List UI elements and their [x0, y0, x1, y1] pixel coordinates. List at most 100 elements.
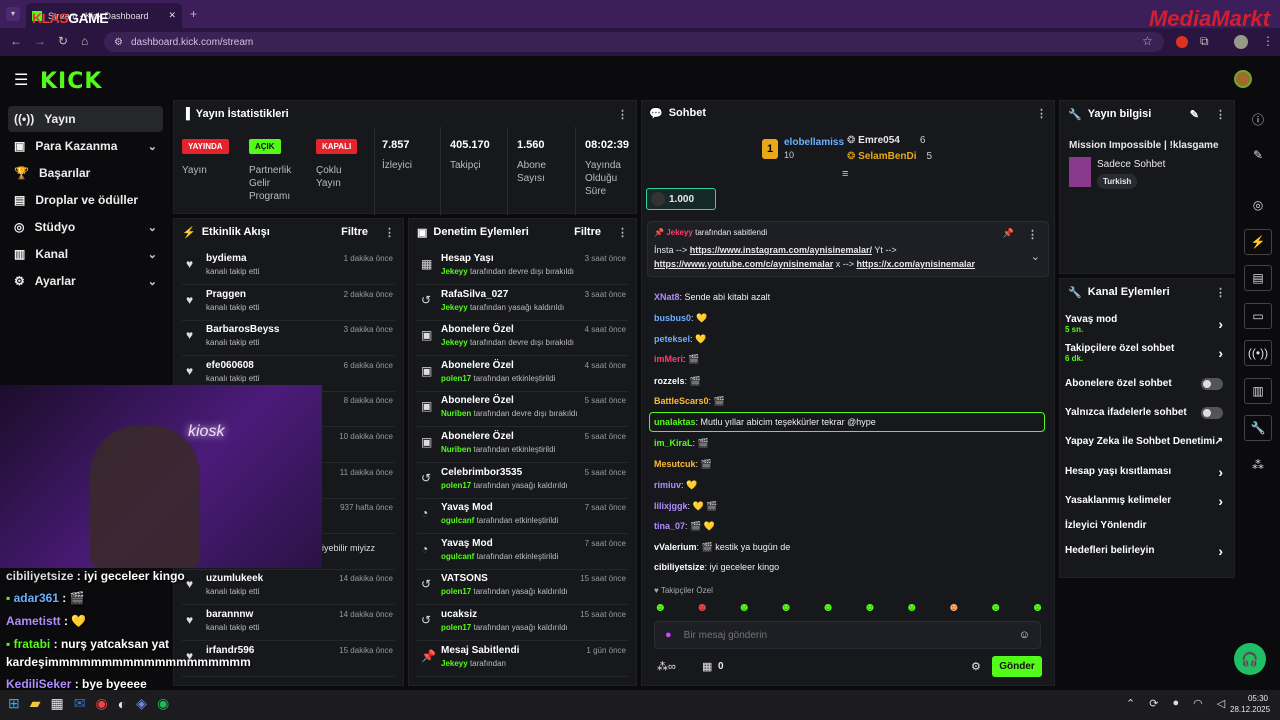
goal-progress[interactable]: 1.000: [646, 188, 716, 210]
chat-username[interactable]: BattleScars0: [654, 396, 709, 406]
subs-only-toggle[interactable]: [1201, 378, 1223, 390]
filter-button[interactable]: Filtre: [341, 226, 368, 238]
layout-icon[interactable]: ▥: [1244, 378, 1272, 404]
username[interactable]: BarbarosBeyss: [206, 324, 279, 335]
notes-icon[interactable]: ▤: [1244, 265, 1272, 291]
url-field[interactable]: ⚙ dashboard.kick.com/stream: [104, 32, 1164, 52]
emote-icon[interactable]: ☻: [696, 600, 709, 616]
mod-action-title[interactable]: Hesap Yaşı: [441, 253, 494, 264]
emote-icon[interactable]: ☻: [738, 600, 751, 616]
bookmark-star-icon[interactable]: ☆: [1142, 34, 1153, 48]
outlook-icon[interactable]: ✉: [74, 695, 86, 712]
store-app-icon[interactable]: ▦: [51, 695, 64, 712]
chat-username[interactable]: imMeri: [654, 354, 683, 364]
emote-icon[interactable]: ☻: [989, 600, 1002, 616]
emotes-only-toggle[interactable]: [1201, 407, 1223, 419]
mod-action-title[interactable]: Abonelere Özel: [441, 431, 514, 442]
more-icon[interactable]: ⋮: [1215, 286, 1226, 299]
mod-action-title[interactable]: Abonelere Özel: [441, 324, 514, 335]
profile-avatar[interactable]: [1234, 35, 1248, 49]
username[interactable]: bydiema: [206, 253, 247, 264]
browser-menu-icon[interactable]: ⋮: [1262, 34, 1274, 48]
chat-input[interactable]: ● ☺: [654, 621, 1041, 649]
chat-settings-icon[interactable]: ⚙: [971, 660, 981, 673]
chat-username[interactable]: Mesutcuk: [654, 459, 696, 469]
emote-icon[interactable]: ☻: [864, 600, 877, 616]
store-icon[interactable]: ▦: [702, 660, 712, 673]
reload-icon[interactable]: ↻: [58, 34, 68, 48]
set-goals-action[interactable]: Hedefleri belirleyin ›: [1065, 543, 1229, 559]
discord-icon[interactable]: ◈: [136, 695, 147, 712]
followers-only-action[interactable]: Takipçilere özel sohbet 6 dk. ›: [1065, 343, 1229, 363]
pen-icon[interactable]: ✎: [1244, 142, 1272, 168]
username[interactable]: uzumlukeek: [206, 573, 263, 584]
mod-action-title[interactable]: Yavaş Mod: [441, 502, 493, 513]
emote-icon[interactable]: ☻: [822, 600, 835, 616]
close-tab-icon[interactable]: ✕: [168, 10, 176, 21]
slow-mode-action[interactable]: Yavaş mod 5 sn. ›: [1065, 314, 1229, 334]
mod-action-title[interactable]: RafaSilva_027: [441, 289, 508, 300]
youtube-link[interactable]: https://www.youtube.com/c/aynisinemalar: [654, 259, 833, 269]
chat-username[interactable]: cibiliyetsize: [654, 562, 705, 572]
subs-only-action[interactable]: Abonelere özel sohbet: [1065, 378, 1229, 390]
instagram-link[interactable]: https://www.instagram.com/aynisinemalar/: [690, 245, 872, 255]
chat-message-field[interactable]: [683, 629, 1007, 641]
chat-username[interactable]: lilixjggk: [654, 501, 688, 511]
chat-username[interactable]: busbus0: [654, 313, 691, 323]
back-icon[interactable]: ←: [10, 34, 22, 48]
mod-action-title[interactable]: ucaksiz: [441, 609, 477, 620]
tab-menu-icon[interactable]: ▾: [6, 7, 20, 21]
file-explorer-icon[interactable]: ▰: [30, 695, 41, 712]
steam-icon[interactable]: ◐: [118, 696, 126, 712]
sidebar-item-drops[interactable]: ▤ Droplar ve ödüller: [8, 187, 163, 213]
emote-icon[interactable]: ☻: [654, 600, 667, 616]
chat-username[interactable]: peteksel: [654, 334, 690, 344]
mic-icon[interactable]: ●: [665, 629, 672, 641]
channel-points-icon[interactable]: ⁂∞: [657, 660, 676, 673]
mod-action-title[interactable]: Celebrimbor3535: [441, 467, 522, 478]
raid-action[interactable]: İzleyici Yönlendir: [1065, 520, 1229, 531]
spotify-icon[interactable]: ◉: [157, 695, 169, 712]
sidebar-item-stream[interactable]: ((•)) Yayın: [8, 106, 163, 132]
send-button[interactable]: Gönder: [992, 656, 1042, 677]
expand-icon[interactable]: ⌄: [1031, 250, 1040, 263]
site-info-icon[interactable]: ⚙: [114, 37, 123, 48]
extension-icon[interactable]: [1176, 36, 1188, 48]
chat-username[interactable]: tina_07: [654, 521, 685, 531]
collapse-icon[interactable]: ≡: [842, 168, 848, 180]
user-avatar[interactable]: [1234, 70, 1252, 88]
chat-icon[interactable]: ▭: [1244, 303, 1272, 329]
support-button[interactable]: 🎧: [1234, 643, 1266, 675]
wifi-icon[interactable]: ◠: [1193, 697, 1203, 710]
volume-icon[interactable]: ◁: [1217, 697, 1225, 710]
filter-button[interactable]: Filtre: [574, 226, 601, 238]
mod-action-title[interactable]: Mesaj Sabitlendi: [441, 645, 519, 656]
emote-icon[interactable]: ☻: [780, 600, 793, 616]
tools-icon[interactable]: 🔧: [1244, 415, 1272, 441]
home-icon[interactable]: ⌂: [81, 34, 88, 48]
account-age-action[interactable]: Hesap yaşı kısıtlaması ›: [1065, 464, 1229, 480]
tray-chevron-icon[interactable]: ⌃: [1126, 697, 1135, 710]
chat-username[interactable]: XNat8: [654, 292, 680, 302]
mod-action-title[interactable]: VATSONS: [441, 573, 488, 584]
edit-icon[interactable]: ✎: [1190, 108, 1199, 121]
chrome-icon[interactable]: ◉: [95, 695, 107, 712]
emotes-only-action[interactable]: Yalnızca ifadelerle sohbet: [1065, 407, 1229, 419]
username[interactable]: barannnw: [206, 609, 253, 620]
mod-action-title[interactable]: Abonelere Özel: [441, 395, 514, 406]
chat-username[interactable]: rimiuv: [654, 480, 681, 490]
more-icon[interactable]: ⋮: [1027, 228, 1038, 241]
info-icon[interactable]: ⓘ: [1244, 106, 1272, 132]
mic-tray-icon[interactable]: ●: [1172, 697, 1179, 710]
sidebar-item-settings[interactable]: ⚙ Ayarlar ⌄: [8, 268, 163, 294]
sidebar-item-studio[interactable]: ◎ Stüdyo ⌄: [8, 214, 163, 240]
username[interactable]: irfandr596: [206, 645, 254, 656]
chat-username[interactable]: vValerium: [654, 542, 697, 552]
broadcast-icon[interactable]: ((•)): [1244, 340, 1272, 366]
focus-icon[interactable]: ◎: [1244, 192, 1272, 218]
sidebar-item-monetization[interactable]: ▣ Para Kazanma ⌄: [8, 133, 163, 159]
emote-icon[interactable]: ☻: [947, 600, 960, 616]
chat-username[interactable]: rozzels: [654, 376, 685, 386]
banned-words-action[interactable]: Yasaklanmış kelimeler ›: [1065, 493, 1229, 509]
community-icon[interactable]: ⁂: [1244, 452, 1272, 478]
